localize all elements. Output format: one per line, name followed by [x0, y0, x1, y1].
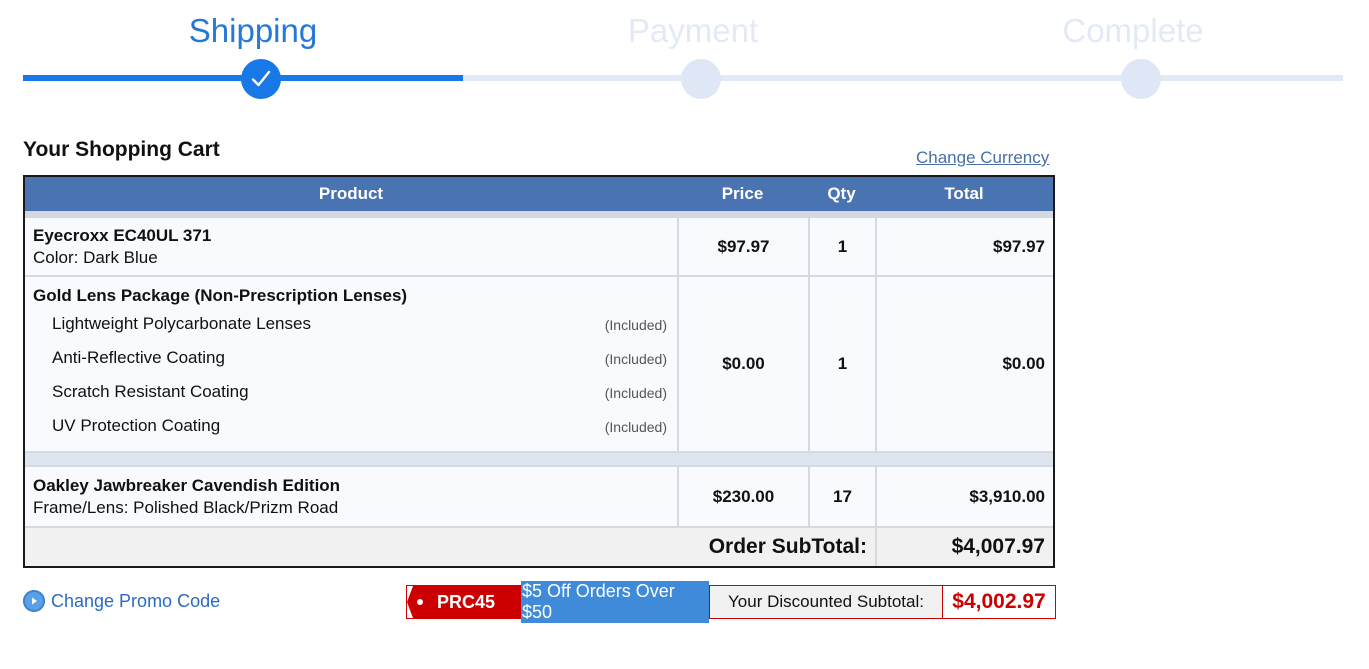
- table-row: Oakley Jawbreaker Cavendish Edition Fram…: [25, 467, 1053, 526]
- change-promo-code-label: Change Promo Code: [51, 590, 221, 611]
- step-shipping-label: Shipping: [188, 12, 318, 49]
- promo-code: PRC45: [437, 591, 496, 612]
- tag-hole-icon: [417, 599, 423, 605]
- checkout-progress: Shipping Payment Complete: [0, 0, 1369, 110]
- product-detail: Frame/Lens: Polished Black/Prizm Road: [33, 498, 339, 517]
- included-note: (Included): [604, 351, 667, 367]
- change-currency-link[interactable]: Change Currency: [916, 148, 1049, 168]
- item-price: $230.00: [712, 486, 775, 506]
- cart-title: Your Shopping Cart: [23, 138, 220, 161]
- table-row: Gold Lens Package (Non-Prescription Lens…: [25, 277, 1053, 451]
- item-total: $97.97: [993, 236, 1045, 256]
- progress-track-remaining: [463, 75, 1343, 81]
- product-detail: Color: Dark Blue: [33, 248, 158, 267]
- promo-description-text: $5 Off Orders Over $50: [521, 581, 709, 623]
- discounted-subtotal-value: $4,002.97: [943, 586, 1055, 618]
- product-name: Oakley Jawbreaker Cavendish Edition: [33, 476, 341, 495]
- item-qty: 1: [837, 236, 848, 256]
- header-price: Price: [721, 184, 764, 203]
- item-qty: 17: [833, 486, 852, 506]
- header-total: Total: [944, 184, 984, 203]
- cart-table: Product Price Qty Total Eyecroxx EC40UL …: [23, 175, 1055, 568]
- step-complete-node: [1121, 59, 1161, 99]
- promo-summary: PRC45 $5 Off Orders Over $50 Your Discou…: [406, 581, 1056, 623]
- row-separator: [25, 451, 1053, 467]
- table-header: Product Price Qty Total: [25, 177, 1053, 218]
- step-complete-label: Complete: [1062, 12, 1204, 49]
- step-payment-label: Payment: [627, 12, 759, 49]
- lens-option: Lightweight Polycarbonate Lenses: [52, 314, 311, 333]
- order-subtotal-value: $4,007.97: [951, 535, 1045, 558]
- header-qty: Qty: [827, 184, 856, 203]
- subtotal-row: Order SubTotal: $4,007.97: [25, 528, 1053, 566]
- item-qty: 1: [837, 354, 848, 373]
- checkmark-icon: [251, 70, 271, 87]
- step-payment-node: [681, 59, 721, 99]
- step-shipping-node: [241, 59, 281, 99]
- lens-option: Scratch Resistant Coating: [52, 382, 249, 401]
- product-name: Gold Lens Package (Non-Prescription Lens…: [33, 286, 408, 305]
- included-note: (Included): [604, 419, 667, 435]
- included-note: (Included): [604, 317, 667, 333]
- included-note: (Included): [604, 385, 667, 401]
- header-product: Product: [318, 184, 384, 203]
- change-promo-code-link[interactable]: Change Promo Code: [23, 590, 220, 612]
- promo-code-tag: PRC45: [407, 586, 521, 618]
- item-total: $0.00: [1002, 354, 1045, 373]
- order-subtotal-label: Order SubTotal:: [708, 535, 867, 558]
- lens-option: Anti-Reflective Coating: [52, 348, 225, 367]
- promo-description: $5 Off Orders Over $50: [521, 581, 709, 623]
- product-name: Eyecroxx EC40UL 371: [33, 226, 212, 245]
- item-total: $3,910.00: [969, 486, 1045, 506]
- discounted-subtotal-label: Your Discounted Subtotal:: [709, 586, 943, 618]
- item-price: $0.00: [722, 354, 765, 373]
- item-price: $97.97: [717, 236, 770, 256]
- play-circle-icon: [23, 590, 45, 612]
- table-row: Eyecroxx EC40UL 371 Color: Dark Blue $97…: [25, 218, 1053, 275]
- lens-option: UV Protection Coating: [52, 416, 221, 435]
